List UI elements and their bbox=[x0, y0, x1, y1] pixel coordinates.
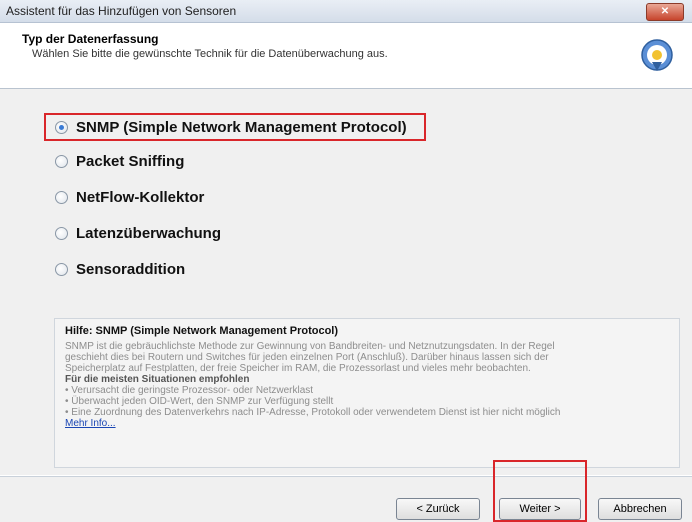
option-netflow[interactable]: NetFlow-Kollektor bbox=[55, 186, 204, 208]
page-title: Typ der Datenerfassung bbox=[22, 32, 159, 46]
help-subheading: Für die meisten Situationen empfohlen bbox=[65, 374, 250, 385]
help-bullet: • Verursacht die geringste Prozessor- od… bbox=[65, 385, 314, 396]
help-title: Hilfe: SNMP (Simple Network Management P… bbox=[65, 325, 339, 337]
radio-packet-sniffing[interactable] bbox=[55, 154, 68, 168]
option-netflow-label: NetFlow-Kollektor bbox=[76, 188, 205, 206]
wizard-footer: < Zurück Weiter > Abbrechen bbox=[0, 477, 692, 522]
help-panel: Hilfe: SNMP (Simple Network Management P… bbox=[54, 318, 680, 468]
highlight-box-snmp bbox=[44, 113, 426, 141]
option-sensor-addition[interactable]: Sensoraddition bbox=[55, 258, 185, 280]
wizard-header: Typ der Datenerfassung Wählen Sie bitte … bbox=[0, 23, 692, 87]
close-icon: ✕ bbox=[660, 6, 670, 17]
highlight-box-next bbox=[493, 460, 587, 522]
help-line-2: geschieht dies bei Routern und Switches … bbox=[65, 352, 549, 363]
wizard-globe-icon bbox=[641, 39, 673, 71]
cancel-button-label: Abbrechen bbox=[613, 503, 667, 515]
option-latency[interactable]: Latenzüberwachung bbox=[55, 222, 221, 244]
back-button-label: < Zurück bbox=[416, 503, 460, 515]
help-text: SNMP ist die gebräuchlichste Methode zur… bbox=[65, 341, 671, 429]
radio-netflow[interactable] bbox=[55, 190, 68, 204]
option-sensor-addition-label: Sensoraddition bbox=[76, 260, 186, 278]
radio-sensor-addition[interactable] bbox=[55, 262, 68, 276]
help-bullet: • Überwacht jeden OID-Wert, den SNMP zur… bbox=[65, 396, 334, 407]
option-packet-sniffing[interactable]: Packet Sniffing bbox=[55, 150, 184, 172]
cancel-button[interactable]: Abbrechen bbox=[598, 498, 682, 520]
option-packet-sniffing-label: Packet Sniffing bbox=[76, 152, 185, 170]
radio-latency[interactable] bbox=[55, 226, 68, 240]
more-info-link[interactable]: Mehr Info... bbox=[65, 418, 116, 429]
back-button[interactable]: < Zurück bbox=[396, 498, 480, 520]
help-line-1: SNMP ist die gebräuchlichste Methode zur… bbox=[65, 341, 555, 352]
help-bullet: • Eine Zuordnung des Datenverkehrs nach … bbox=[65, 407, 561, 418]
help-line-3: Speicherplatz auf Festplatten, der freie… bbox=[65, 363, 531, 374]
close-button[interactable]: ✕ bbox=[646, 3, 684, 21]
window-title: Assistent für das Hinzufügen von Sensore… bbox=[6, 4, 237, 18]
page-subtitle: Wählen Sie bitte die gewünschte Technik … bbox=[32, 48, 388, 60]
option-latency-label: Latenzüberwachung bbox=[76, 224, 222, 242]
title-bar: Assistent für das Hinzufügen von Sensore… bbox=[0, 0, 692, 23]
